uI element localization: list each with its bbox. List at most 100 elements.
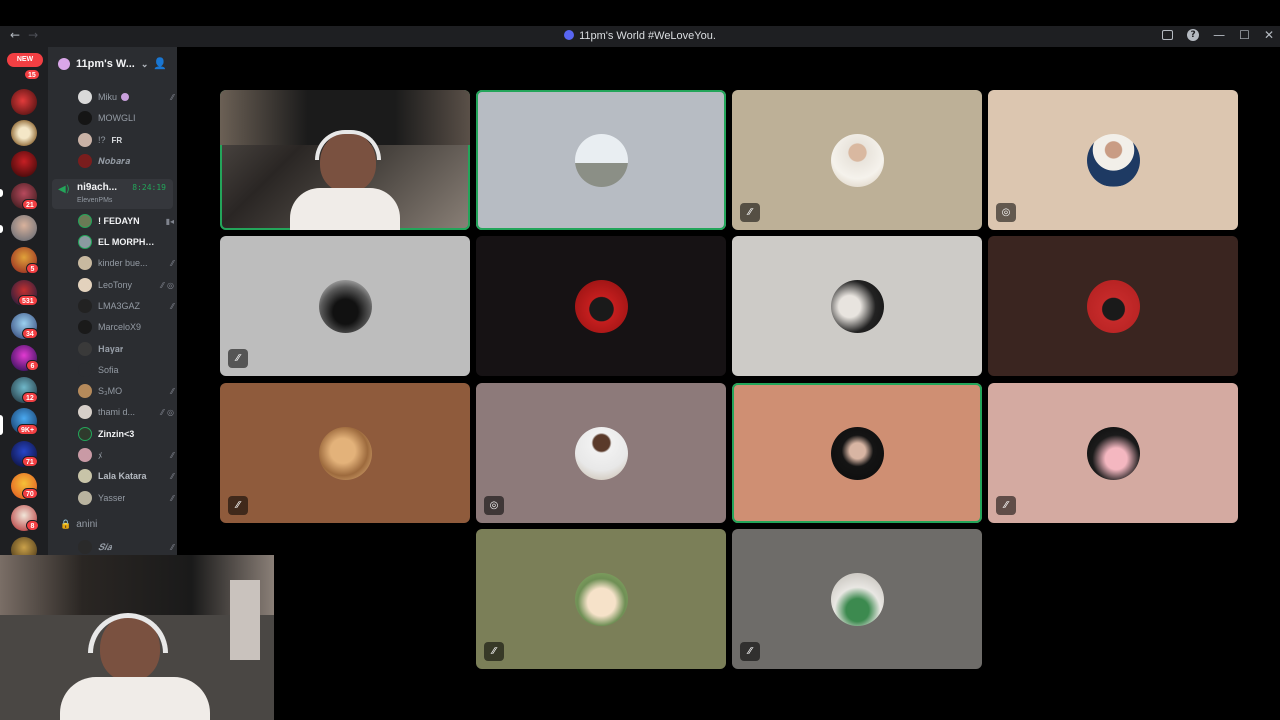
avatar-tile[interactable] — [476, 90, 726, 230]
voice-user[interactable]: Lala Katara ⁄⁄ — [78, 467, 174, 485]
voice-user-name: thami d... — [98, 407, 136, 417]
channel-timer: 8:24:19 — [132, 183, 166, 192]
participant-shirt — [60, 677, 210, 720]
voice-user[interactable]: !? FR — [78, 131, 174, 149]
voice-user[interactable]: MarceloX9 — [78, 318, 174, 336]
avatar-tile[interactable]: ⁄⁄ — [988, 383, 1238, 523]
mic-muted-icon: ⁄⁄ — [161, 407, 164, 417]
avatar — [78, 491, 92, 505]
avatar — [78, 448, 92, 462]
mic-muted-icon: ⁄⁄ — [171, 471, 174, 481]
voice-user-name: Lala Katara — [98, 471, 147, 481]
avatar-tile[interactable]: ⁄⁄ — [220, 236, 470, 376]
voice-user[interactable]: MOWGLI — [78, 109, 174, 127]
new-badge[interactable]: NEW — [7, 53, 43, 67]
voice-user-name: ! FEDAYN — [98, 216, 140, 226]
mention-count: 531 — [18, 295, 38, 306]
deafened-icon: ◎ — [167, 407, 174, 417]
avatar-tile[interactable]: ⁄⁄ — [732, 529, 982, 669]
voice-user-name: 𝐇𝐚𝐲𝐚𝐫 — [98, 343, 124, 354]
voice-user[interactable]: 𝐇𝐚𝐲𝐚𝐫 — [78, 340, 174, 358]
voice-user[interactable]: S₃MO ⁄⁄ — [78, 382, 174, 400]
voice-user-name: !? — [98, 135, 106, 145]
participant-avatar — [575, 573, 628, 626]
window-title-wrap: 11pm's World #WeLoveYou. — [0, 30, 1280, 42]
participant-avatar — [575, 280, 628, 333]
chevron-down-icon[interactable]: ⌄ — [141, 59, 149, 70]
server-header[interactable]: 11pm's W... ⌄ 👤 — [48, 47, 177, 81]
mic-muted-icon: ⁄⁄ — [996, 496, 1016, 515]
avatar-tile[interactable] — [732, 236, 982, 376]
voice-user[interactable]: LMA3GAZ ⁄⁄ — [78, 297, 174, 315]
voice-user[interactable]: 𝑵𝒐𝒃𝒂𝒓𝒂 — [78, 152, 174, 170]
deafened-icon: ◎ — [484, 496, 504, 515]
participant-avatar — [831, 134, 884, 187]
top-black-strip — [0, 0, 1280, 26]
voice-user-tag: FR — [111, 135, 123, 145]
avatar-tile[interactable] — [988, 236, 1238, 376]
voice-user[interactable]: Miku ⁄⁄ — [78, 88, 174, 106]
mention-count: 34 — [22, 328, 38, 339]
participant-shirt — [290, 188, 400, 230]
voice-user[interactable]: thami d... ⁄⁄ ◎ — [78, 403, 174, 421]
voice-user-name: S₃MO — [98, 386, 123, 396]
avatar — [78, 384, 92, 398]
avatar — [78, 90, 92, 104]
avatar-tile[interactable]: ◎ — [988, 90, 1238, 230]
close-icon[interactable]: ✕ — [1264, 28, 1274, 42]
speaker-icon: ◀) — [58, 184, 70, 195]
participant-avatar — [575, 427, 628, 480]
help-icon[interactable]: ? — [1187, 29, 1200, 41]
server-icon[interactable] — [11, 89, 37, 115]
avatar — [78, 427, 92, 441]
avatar-tile[interactable] — [476, 236, 726, 376]
voice-user[interactable]: Sofia — [78, 361, 174, 379]
voice-user-name: Sofia — [98, 365, 119, 375]
participant-avatar — [319, 427, 372, 480]
avatar — [78, 320, 92, 334]
voice-user[interactable]: Yasser ⁄⁄ — [78, 489, 174, 507]
server-icon[interactable] — [11, 120, 37, 146]
lock-icon: 🔒 — [60, 519, 72, 529]
voice-user[interactable]: Zinzin<3 — [78, 425, 174, 443]
avatar — [78, 299, 92, 313]
voice-user[interactable]: EL MORPHO _ — [78, 233, 174, 251]
voice-user[interactable]: ! FEDAYN ▮◂ — [78, 212, 174, 230]
mic-muted-icon: ⁄⁄ — [161, 280, 164, 290]
voice-user[interactable]: 𝑺𝒊𝒂 ⁄⁄ — [78, 538, 174, 556]
mention-count: 21 — [22, 199, 38, 210]
avatar — [78, 214, 92, 228]
voice-user[interactable]: ﾒ ⁄⁄ — [78, 446, 174, 464]
avatar-tile[interactable]: ⁄⁄ — [220, 383, 470, 523]
maximize-icon[interactable]: ☐ — [1239, 28, 1250, 42]
avatar — [78, 405, 92, 419]
inbox-icon[interactable] — [1162, 30, 1174, 40]
server-icon[interactable] — [11, 215, 37, 241]
voice-user-name: EL MORPHO _ — [98, 237, 158, 247]
mic-muted-icon: ⁄⁄ — [171, 450, 174, 460]
channel-name: ni9ach... — [77, 182, 118, 193]
voice-channel-locked[interactable]: 🔒 anini — [60, 519, 97, 530]
avatar-tile[interactable]: ⁄⁄ — [476, 529, 726, 669]
avatar-tile[interactable]: ◎ — [476, 383, 726, 523]
voice-user[interactable]: kinder bue... ⁄⁄ — [78, 254, 174, 272]
voice-user-name: Zinzin<3 — [98, 429, 135, 439]
avatar — [78, 154, 92, 168]
webcam-overlay — [0, 555, 274, 720]
mic-muted-icon: ⁄⁄ — [171, 386, 174, 396]
minimize-icon[interactable]: — — [1213, 28, 1225, 42]
voice-channel-active[interactable]: ◀) ni9ach... 8:24:19 ElevenPMs — [52, 179, 173, 209]
mention-count: 9K+ — [17, 424, 39, 435]
server-icon[interactable] — [11, 151, 37, 177]
server-guild-icon — [58, 58, 70, 70]
headphones-icon — [88, 613, 168, 653]
avatar-tile[interactable] — [732, 383, 982, 523]
server-name: 11pm's W... — [76, 58, 135, 70]
avatar — [78, 469, 92, 483]
video-tile-camera[interactable] — [220, 90, 470, 230]
voice-user[interactable]: LeoTony ⁄⁄ ◎ — [78, 276, 174, 294]
avatar-tile[interactable]: ⁄⁄ — [732, 90, 982, 230]
add-user-icon[interactable]: 👤 — [153, 57, 167, 70]
mic-muted-icon: ⁄⁄ — [171, 258, 174, 268]
mic-muted-icon: ⁄⁄ — [740, 642, 760, 661]
